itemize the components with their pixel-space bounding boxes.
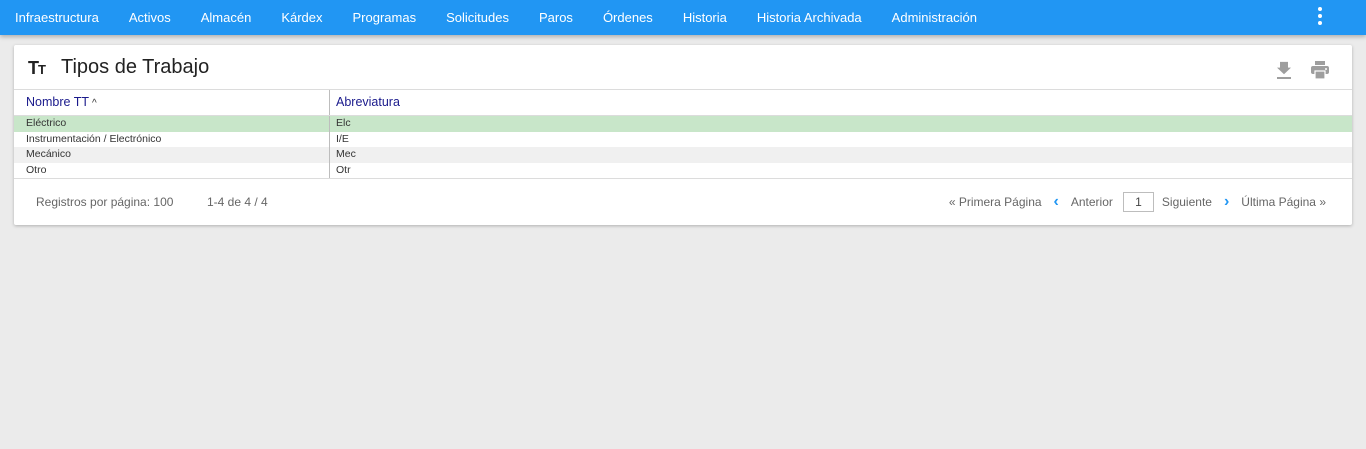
nav-item-programas[interactable]: Programas xyxy=(338,0,432,35)
top-navigation-bar: Infraestructura Activos Almacén Kárdex P… xyxy=(0,0,1366,35)
panel-header: TT Tipos de Trabajo xyxy=(14,45,1352,89)
cell-abreviatura: Mec xyxy=(336,148,356,160)
print-icon[interactable] xyxy=(1310,61,1330,79)
cell-nombre: Otro xyxy=(14,162,330,178)
main-menu: Infraestructura Activos Almacén Kárdex P… xyxy=(0,0,992,35)
table-row[interactable]: Instrumentación / Electrónico I/E xyxy=(14,131,1352,147)
records-range: 1-4 de 4 / 4 xyxy=(207,195,268,209)
nav-item-paros[interactable]: Paros xyxy=(524,0,588,35)
text-type-icon: TT xyxy=(28,58,46,78)
more-vertical-icon[interactable] xyxy=(1310,6,1330,26)
last-page-link[interactable]: Última Página » xyxy=(1241,195,1326,209)
cell-nombre: Eléctrico xyxy=(14,116,330,132)
tipos-de-trabajo-panel: TT Tipos de Trabajo Nombre TT ^ Abreviatu… xyxy=(14,45,1352,225)
cell-nombre: Instrumentación / Electrónico xyxy=(14,131,330,147)
nav-item-administracion[interactable]: Administración xyxy=(877,0,992,35)
pagination-controls: « Primera Página ‹ Anterior Siguiente › … xyxy=(949,190,1326,214)
cell-abreviatura: Otr xyxy=(336,163,351,176)
nav-item-ordenes[interactable]: Órdenes xyxy=(588,0,668,35)
column-label-nombre: Nombre TT xyxy=(26,95,89,109)
pagination-footer: Registros por página: 100 1-4 de 4 / 4 «… xyxy=(14,190,1352,214)
chevron-left-icon[interactable]: ‹ xyxy=(1054,190,1059,214)
previous-page-link[interactable]: Anterior xyxy=(1071,195,1113,209)
nav-item-activos[interactable]: Activos xyxy=(114,0,186,35)
records-per-page[interactable]: Registros por página: 100 xyxy=(36,195,173,209)
table-row[interactable]: Otro Otr xyxy=(14,162,1352,178)
column-header-abreviatura[interactable]: Abreviatura xyxy=(330,90,1352,115)
cell-nombre: Mecánico xyxy=(14,147,330,163)
table-row[interactable]: Eléctrico Elc xyxy=(14,116,1352,132)
tipos-table: Nombre TT ^ Abreviatura Eléctrico Elc Ins… xyxy=(14,89,1352,179)
nav-item-almacen[interactable]: Almacén xyxy=(186,0,267,35)
nav-item-infraestructura[interactable]: Infraestructura xyxy=(0,0,114,35)
nav-item-historia[interactable]: Historia xyxy=(668,0,742,35)
page-number-input[interactable] xyxy=(1122,192,1154,212)
table-row[interactable]: Mecánico Mec xyxy=(14,147,1352,163)
column-header-nombre[interactable]: Nombre TT ^ xyxy=(14,90,330,115)
cell-abreviatura: Elc xyxy=(336,117,351,129)
nav-item-historia-archivada[interactable]: Historia Archivada xyxy=(742,0,877,35)
next-page-link[interactable]: Siguiente xyxy=(1162,195,1212,209)
download-icon[interactable] xyxy=(1274,61,1294,79)
table-bottom-divider xyxy=(14,178,1352,179)
sort-ascending-icon: ^ xyxy=(91,98,97,109)
nav-item-kardex[interactable]: Kárdex xyxy=(266,0,337,35)
cell-abreviatura: I/E xyxy=(336,132,349,145)
page-title: Tipos de Trabajo xyxy=(61,56,210,78)
table-header: Nombre TT ^ Abreviatura xyxy=(14,89,1352,116)
chevron-right-icon[interactable]: › xyxy=(1224,190,1229,214)
first-page-link[interactable]: « Primera Página xyxy=(949,195,1042,209)
nav-item-solicitudes[interactable]: Solicitudes xyxy=(431,0,524,35)
